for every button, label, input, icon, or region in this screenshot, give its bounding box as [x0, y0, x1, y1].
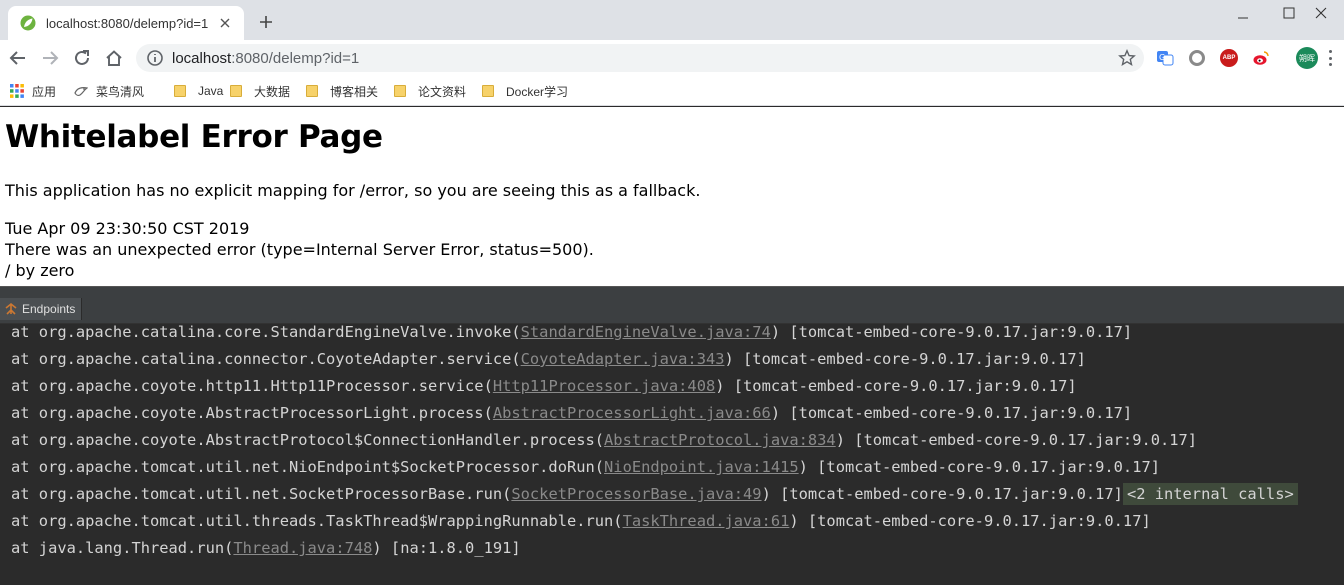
ide-run-header: [0, 286, 1344, 294]
bookmark-runoob[interactable]: 菜鸟清风: [74, 82, 144, 100]
console-line: at java.lang.Thread.run(Thread.java:748)…: [11, 538, 521, 565]
stack-frame-text: at java.lang.Thread.run(: [11, 539, 234, 557]
console-line: at org.apache.tomcat.util.threads.TaskTh…: [11, 511, 1151, 538]
console-line: at org.apache.catalina.connector.CoyoteA…: [11, 349, 1086, 376]
bookmark-folder-bigdata[interactable]: 大数据: [230, 82, 290, 100]
jar-info-text: ) [tomcat-embed-core-9.0.17.jar:9.0.17]: [835, 431, 1198, 449]
source-link[interactable]: StandardEngineValve.java:74: [521, 324, 771, 341]
jar-info-text: ) [tomcat-embed-core-9.0.17.jar:9.0.17]: [770, 324, 1133, 341]
error-timestamp: Tue Apr 09 23:30:50 CST 2019: [5, 219, 250, 238]
minimize-icon[interactable]: [1220, 0, 1266, 26]
bird-icon: [74, 87, 88, 96]
stack-frame-text: at org.apache.coyote.http11.Http11Proces…: [11, 377, 493, 395]
new-tab-icon[interactable]: [256, 12, 276, 32]
console-line: at org.apache.coyote.http11.Http11Proces…: [11, 376, 1077, 403]
endpoints-tab[interactable]: Endpoints: [0, 298, 83, 320]
folder-icon: [394, 85, 406, 97]
jar-info-text: ) [tomcat-embed-core-9.0.17.jar:9.0.17]: [724, 350, 1086, 368]
bookmark-star-icon[interactable]: [1118, 49, 1136, 67]
browser-toolbar: localhost:8080/delemp?id=1 G ABP 朔晖: [0, 40, 1344, 76]
console-output[interactable]: at org.apache.catalina.core.StandardEngi…: [0, 324, 1344, 585]
weibo-extension-icon[interactable]: [1252, 49, 1270, 67]
source-link[interactable]: Http11Processor.java:408: [493, 377, 715, 395]
circle-extension-icon[interactable]: [1188, 49, 1206, 67]
console-line: at org.apache.catalina.core.StandardEngi…: [11, 324, 1132, 349]
source-link[interactable]: AbstractProtocol.java:834: [604, 431, 836, 449]
jar-info-text: ) [tomcat-embed-core-9.0.17.jar:9.0.17]: [798, 458, 1160, 476]
page-title: Whitelabel Error Page: [5, 119, 383, 155]
console-line: at org.apache.tomcat.util.net.NioEndpoin…: [11, 457, 1160, 484]
error-status: There was an unexpected error (type=Inte…: [5, 240, 594, 259]
bookmark-folder-papers[interactable]: 论文资料: [394, 82, 466, 100]
stack-frame-text: at org.apache.tomcat.util.net.SocketProc…: [11, 485, 512, 503]
close-tab-icon[interactable]: [216, 14, 234, 32]
forward-arrow-icon[interactable]: [38, 46, 62, 70]
close-window-icon[interactable]: [1298, 0, 1344, 26]
translate-extension-icon[interactable]: G: [1156, 49, 1174, 67]
tab-title: localhost:8080/delemp?id=1: [46, 15, 209, 31]
stack-frame-text: at org.apache.tomcat.util.threads.TaskTh…: [11, 512, 623, 530]
stack-frame-text: at org.apache.catalina.core.StandardEngi…: [11, 324, 521, 341]
error-message: / by zero: [5, 261, 75, 280]
apps-grid-icon: [10, 84, 24, 98]
adblock-plus-icon[interactable]: ABP: [1220, 49, 1238, 67]
jar-info-text: ) [na:1.8.0_191]: [372, 539, 521, 557]
bookmark-folder-blog[interactable]: 博客相关: [306, 82, 378, 100]
source-link[interactable]: SocketProcessorBase.java:49: [511, 485, 761, 503]
source-link[interactable]: TaskThread.java:61: [623, 512, 790, 530]
tab-bar: localhost:8080/delemp?id=1: [0, 0, 1344, 40]
source-link[interactable]: Thread.java:748: [233, 539, 372, 557]
spring-leaf-icon: [20, 15, 36, 31]
stack-frame-text: at org.apache.coyote.AbstractProtocol$Co…: [11, 431, 605, 449]
source-link[interactable]: AbstractProcessorLight.java:66: [493, 404, 771, 422]
home-icon[interactable]: [102, 46, 126, 70]
folder-icon: [482, 85, 494, 97]
jar-info-text: ) [tomcat-embed-core-9.0.17.jar:9.0.17]: [770, 404, 1133, 422]
folder-icon: [174, 85, 186, 97]
profile-avatar[interactable]: 朔晖: [1296, 47, 1318, 69]
bookmark-folder-java[interactable]: Java: [174, 82, 223, 100]
source-link[interactable]: CoyoteAdapter.java:343: [521, 350, 725, 368]
jar-info-text: ) [tomcat-embed-core-9.0.17.jar:9.0.17]: [761, 485, 1123, 503]
address-bar[interactable]: localhost:8080/delemp?id=1: [136, 44, 1144, 72]
console-line: at org.apache.coyote.AbstractProcessorLi…: [11, 403, 1132, 430]
site-info-icon[interactable]: [146, 49, 164, 67]
console-line: at org.apache.tomcat.util.net.SocketProc…: [11, 483, 1298, 511]
ide-tool-tabs: Endpoints: [0, 294, 1344, 324]
folder-icon: [230, 85, 242, 97]
jar-info-text: ) [tomcat-embed-core-9.0.17.jar:9.0.17]: [789, 512, 1151, 530]
back-arrow-icon[interactable]: [6, 46, 30, 70]
bookmarks-bar: 应用 菜鸟清风 Java 大数据 博客相关 论文资料 Docker学习: [0, 76, 1344, 106]
bookmark-folder-docker[interactable]: Docker学习: [482, 82, 568, 100]
page-content: Whitelabel Error Page This application h…: [0, 107, 1344, 286]
bookmark-apps[interactable]: 应用: [10, 82, 56, 100]
stack-frame-text: at org.apache.catalina.connector.CoyoteA…: [11, 350, 521, 368]
reload-icon[interactable]: [70, 46, 94, 70]
console-line: at org.apache.coyote.AbstractProtocol$Co…: [11, 430, 1197, 457]
jar-info-text: ) [tomcat-embed-core-9.0.17.jar:9.0.17]: [715, 377, 1077, 395]
folder-icon: [306, 85, 318, 97]
fallback-message: This application has no explicit mapping…: [5, 181, 701, 200]
stack-frame-text: at org.apache.coyote.AbstractProcessorLi…: [11, 404, 493, 422]
menu-kebab-icon[interactable]: [1328, 50, 1332, 66]
url-text: localhost:8080/delemp?id=1: [172, 49, 360, 67]
error-details: Tue Apr 09 23:30:50 CST 2019 There was a…: [5, 218, 594, 281]
browser-tab[interactable]: localhost:8080/delemp?id=1: [8, 6, 244, 40]
source-link[interactable]: NioEndpoint.java:1415: [604, 458, 799, 476]
stack-frame-text: at org.apache.tomcat.util.net.NioEndpoin…: [11, 458, 605, 476]
endpoints-icon: [5, 302, 17, 315]
internal-calls-fold[interactable]: <2 internal calls>: [1122, 483, 1298, 505]
svg-text:G: G: [1159, 53, 1165, 62]
